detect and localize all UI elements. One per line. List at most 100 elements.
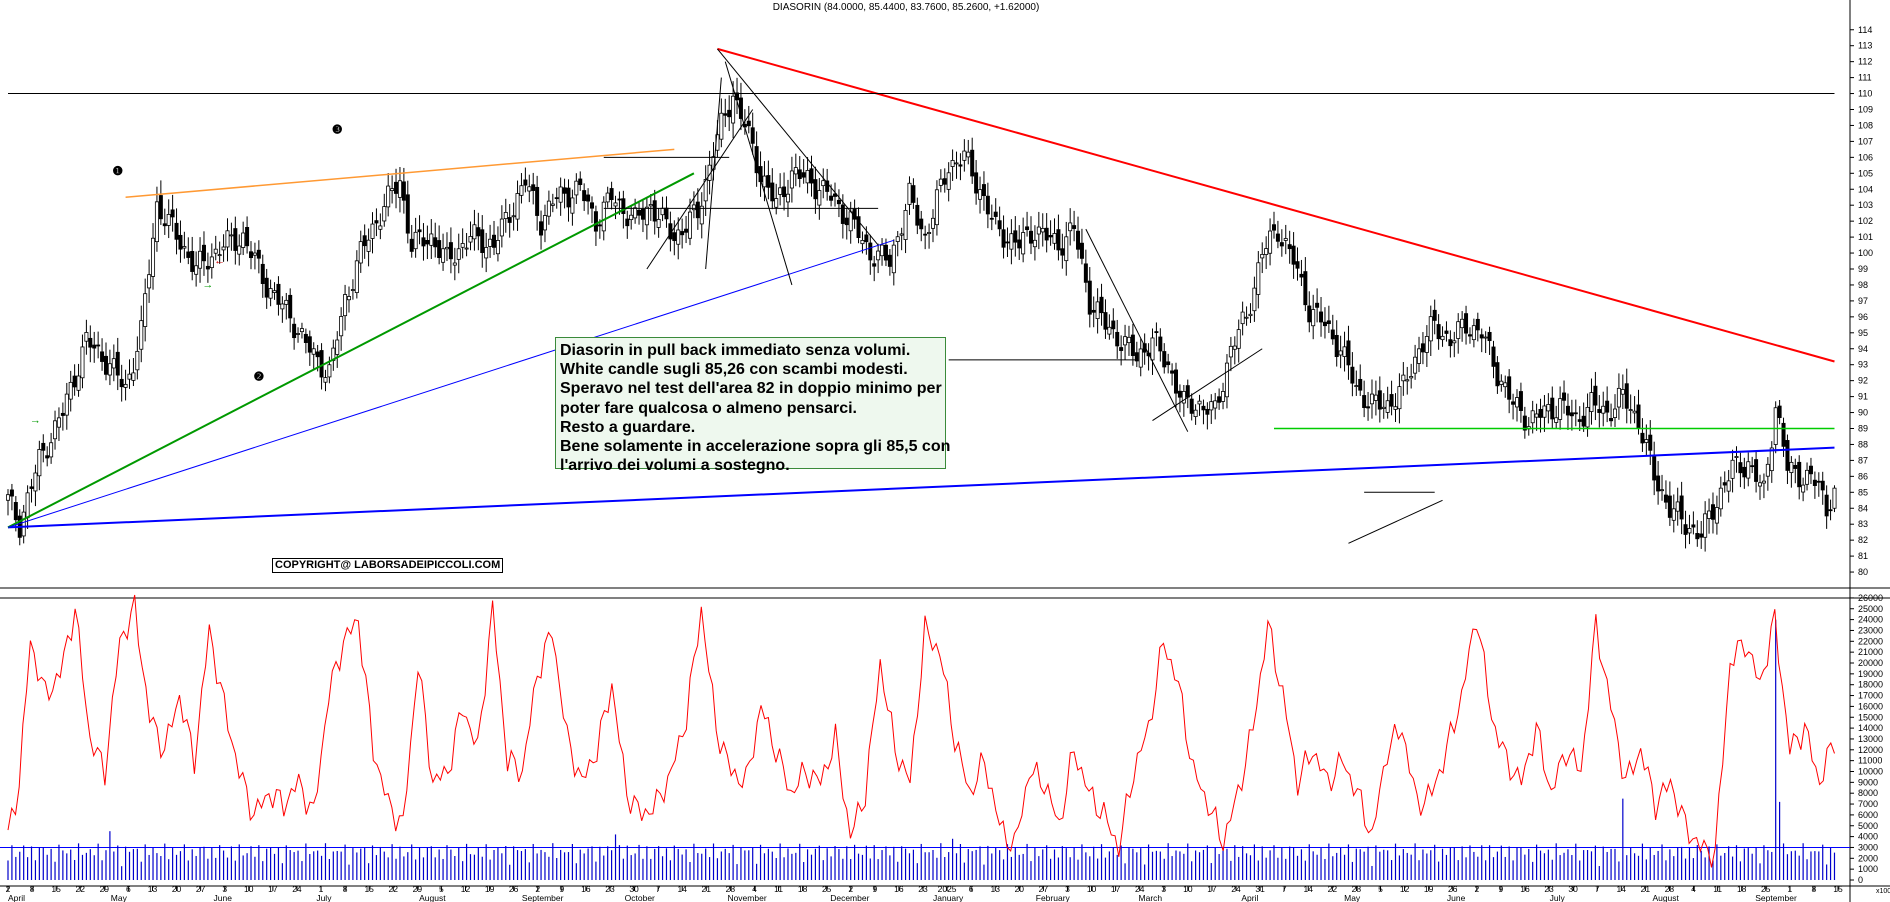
candle	[405, 180, 410, 244]
candle	[511, 202, 516, 231]
candle	[33, 464, 38, 507]
candle-body	[480, 229, 485, 253]
candle-body	[96, 344, 101, 347]
candle-body	[448, 242, 453, 260]
candle	[566, 179, 571, 222]
candle-body	[1013, 230, 1018, 243]
date-tick-label: 17	[268, 884, 278, 894]
candle-body	[836, 199, 841, 205]
candle-body	[1397, 386, 1402, 410]
candle	[1134, 341, 1139, 368]
volume-tick-label: 2000	[1858, 853, 1878, 863]
candle-body	[1828, 509, 1833, 512]
candle-body	[1209, 401, 1214, 411]
candle-body	[272, 290, 277, 293]
candle-body	[966, 151, 971, 158]
candle-body	[1189, 398, 1194, 414]
candle-body	[1656, 475, 1661, 492]
date-tick-label: 2	[1474, 884, 1479, 894]
candle-body	[1185, 385, 1190, 398]
candle-body	[60, 412, 65, 416]
candle	[1726, 469, 1731, 503]
candle-body	[1369, 393, 1374, 405]
candle	[1452, 331, 1457, 358]
candle-body	[1605, 400, 1610, 413]
volume-tick-label: 17000	[1858, 691, 1883, 701]
candle	[272, 282, 277, 300]
candle-body	[546, 200, 551, 217]
candle-body	[182, 246, 187, 249]
candle	[535, 175, 540, 231]
candle-body	[1663, 494, 1668, 503]
candle	[1589, 378, 1594, 425]
candle-body	[80, 346, 85, 379]
candle	[1765, 457, 1770, 491]
candle	[1526, 417, 1531, 436]
candle	[1660, 474, 1665, 501]
candle-body	[1491, 346, 1496, 367]
candle	[1326, 305, 1331, 334]
candle-body	[817, 190, 822, 206]
candle-body	[1687, 528, 1692, 534]
candle-body	[1201, 405, 1206, 411]
candle-body	[1334, 334, 1339, 358]
candle-body	[1624, 383, 1629, 409]
candle-body	[574, 180, 579, 196]
month-label: September	[522, 893, 564, 902]
candle	[1025, 211, 1030, 237]
candle	[390, 175, 395, 204]
price-tick-label: 86	[1858, 471, 1868, 481]
candle-body	[1417, 348, 1422, 364]
candle-body	[676, 229, 681, 245]
candle	[1597, 395, 1602, 428]
candle	[1569, 399, 1574, 431]
candle	[527, 174, 532, 203]
candle	[1718, 476, 1723, 517]
candle-body	[1573, 412, 1578, 415]
candle-body	[1271, 224, 1276, 231]
candle-body	[1350, 366, 1355, 384]
candle-body	[1589, 392, 1594, 412]
candle	[362, 224, 367, 259]
price-tick-label: 111	[1858, 73, 1872, 83]
candle-body	[1577, 419, 1582, 422]
candle-body	[1703, 513, 1708, 538]
candle-body	[1048, 235, 1053, 238]
candle	[1479, 328, 1484, 353]
candle-body	[1291, 245, 1296, 265]
candle-body	[531, 184, 536, 191]
candle-body	[876, 250, 881, 261]
candle-body	[1534, 413, 1539, 418]
candle	[174, 208, 179, 255]
candle	[652, 189, 657, 235]
candle-body	[6, 494, 11, 501]
candle	[746, 105, 751, 134]
candle	[1221, 382, 1226, 410]
candle-body	[1479, 334, 1484, 339]
candle-body	[456, 248, 461, 260]
candle-body	[476, 227, 481, 237]
price-tick-label: 93	[1858, 360, 1868, 370]
volume-tick-label: 16000	[1858, 701, 1883, 711]
candle	[1111, 308, 1116, 339]
candle	[1330, 314, 1335, 345]
month-label: May	[1344, 893, 1361, 902]
candle	[299, 322, 304, 339]
candle	[1236, 319, 1241, 363]
price-tick-label: 83	[1858, 519, 1868, 529]
candle	[154, 186, 159, 252]
date-tick-label: 13	[148, 884, 158, 894]
annotation-line: poter fare qualcosa o almeno pensarci.	[560, 399, 857, 417]
candle-body	[1471, 325, 1476, 341]
date-tick-label: 17	[1207, 884, 1217, 894]
candle-body	[727, 109, 732, 118]
candle-body	[927, 232, 932, 234]
candle	[1558, 386, 1563, 430]
candle	[644, 197, 649, 240]
candle	[1738, 452, 1743, 488]
candle	[868, 234, 873, 275]
candle	[1467, 327, 1472, 344]
candle-body	[766, 175, 771, 188]
candle	[1703, 501, 1708, 552]
candle	[1189, 393, 1194, 421]
